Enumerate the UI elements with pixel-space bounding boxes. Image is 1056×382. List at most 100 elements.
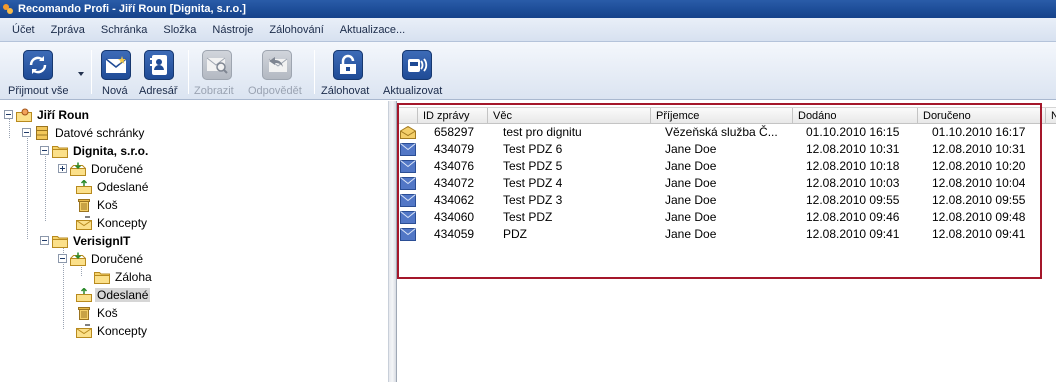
tree-label-drafts: Koncepty bbox=[97, 215, 148, 230]
outbox-icon bbox=[76, 288, 92, 302]
table-row[interactable]: 434079 Test PDZ 6 Jane Doe 12.08.2010 10:31… bbox=[398, 141, 1056, 158]
tree-node-data-boxes[interactable]: Datové schránky bbox=[22, 124, 146, 141]
cell-delivered: 12.08.2010 10:31 bbox=[806, 142, 900, 156]
window-title: Recomando Profi - Jiří Roun [Dignita, s.… bbox=[18, 3, 246, 15]
collapse-toggle[interactable] bbox=[40, 146, 49, 155]
column-header-id[interactable]: ID zprávy bbox=[418, 108, 488, 124]
tree-node-verisign-drafts[interactable]: Koncepty bbox=[76, 322, 149, 339]
cell-received: 12.08.2010 09:41 bbox=[932, 227, 1026, 241]
toolbar-separator bbox=[91, 50, 92, 94]
cell-recipient: Jane Doe bbox=[665, 159, 717, 173]
chevron-down-icon[interactable] bbox=[77, 70, 85, 78]
table-row[interactable]: 658297 test pro dignitu Vězeňská služba Č.… bbox=[398, 124, 1056, 141]
app-logo-icon bbox=[3, 4, 13, 14]
collapse-toggle[interactable] bbox=[4, 110, 13, 119]
collapse-toggle[interactable] bbox=[58, 254, 67, 263]
toolbar-separator bbox=[314, 50, 315, 94]
reply-button[interactable]: Odpovědět bbox=[248, 45, 306, 97]
tree-label-trash: Koš bbox=[97, 305, 118, 320]
menu-aktualizace[interactable]: Aktualizace... bbox=[332, 24, 413, 36]
cell-received: 12.08.2010 10:31 bbox=[932, 142, 1026, 156]
inbox-icon bbox=[70, 252, 86, 266]
tree-label-backup: Záloha bbox=[115, 269, 152, 284]
cell-subject: test pro dignitu bbox=[503, 125, 582, 139]
tree-root[interactable]: Jiří Roun bbox=[4, 106, 91, 123]
menu-ucet[interactable]: Účet bbox=[4, 24, 43, 36]
envelope-icon bbox=[400, 228, 416, 241]
tree-label-drafts: Koncepty bbox=[97, 323, 148, 338]
show-label: Zobrazit bbox=[194, 85, 234, 97]
tree-label-account-verisign: VerisignIT bbox=[73, 233, 131, 248]
tree-node-dignita-drafts[interactable]: Koncepty bbox=[76, 214, 149, 231]
envelope-icon bbox=[400, 143, 416, 156]
table-row[interactable]: 434062 Test PDZ 3 Jane Doe 12.08.2010 09:55… bbox=[398, 192, 1056, 209]
envelope-icon bbox=[400, 211, 416, 224]
open-envelope-icon bbox=[400, 126, 416, 139]
column-header-subject[interactable]: Věc bbox=[488, 108, 651, 124]
address-book-label: Adresář bbox=[139, 85, 178, 97]
message-list: ID zprávy Věc Příjemce Dodáno Doručeno N… bbox=[398, 101, 1056, 382]
column-header-delivered[interactable]: Dodáno bbox=[793, 108, 918, 124]
column-header-extra[interactable]: N bbox=[1046, 108, 1056, 124]
tree-node-verisign-trash[interactable]: Koš bbox=[76, 304, 120, 321]
menu-slozka[interactable]: Složka bbox=[155, 24, 204, 36]
cell-recipient: Jane Doe bbox=[665, 142, 717, 156]
collapse-toggle[interactable] bbox=[40, 236, 49, 245]
column-header-icon[interactable] bbox=[398, 108, 418, 124]
cell-received: 12.08.2010 09:55 bbox=[932, 193, 1026, 207]
address-book-button[interactable]: Adresář bbox=[139, 45, 179, 97]
cell-id: 434079 bbox=[434, 142, 475, 156]
list-header: ID zprávy Věc Příjemce Dodáno Doručeno N bbox=[398, 107, 1056, 124]
cell-subject: PDZ bbox=[503, 227, 527, 241]
drafts-icon bbox=[76, 324, 92, 338]
cell-subject: Test PDZ 3 bbox=[503, 193, 563, 207]
folder-icon bbox=[52, 234, 68, 248]
tree-node-verisign-backup[interactable]: Záloha bbox=[94, 268, 154, 285]
cell-recipient: Jane Doe bbox=[665, 210, 717, 224]
refresh-icon bbox=[23, 50, 53, 80]
toolbar-separator bbox=[188, 50, 189, 94]
cell-delivered: 12.08.2010 10:18 bbox=[806, 159, 900, 173]
tree-node-account-dignita[interactable]: Dignita, s.r.o. bbox=[40, 142, 150, 159]
update-icon bbox=[402, 50, 432, 80]
view-mail-icon bbox=[202, 50, 232, 80]
tree-node-account-verisign[interactable]: VerisignIT bbox=[40, 232, 132, 249]
column-header-recipient[interactable]: Příjemce bbox=[651, 108, 793, 124]
backup-label: Zálohovat bbox=[321, 85, 370, 97]
tree-label-inbox: Doručené bbox=[91, 251, 144, 266]
menu-schranka[interactable]: Schránka bbox=[93, 24, 155, 36]
tree-node-dignita-inbox[interactable]: Doručené bbox=[58, 160, 145, 177]
collapse-toggle[interactable] bbox=[22, 128, 31, 137]
new-message-button[interactable]: Nová bbox=[99, 45, 133, 97]
tree-connector bbox=[27, 132, 28, 239]
tree-label-sent: Odeslané bbox=[95, 287, 151, 302]
tree-node-dignita-sent[interactable]: Odeslané bbox=[76, 178, 150, 195]
column-header-received[interactable]: Doručeno bbox=[918, 108, 1046, 124]
table-row[interactable]: 434076 Test PDZ 5 Jane Doe 12.08.2010 10:18… bbox=[398, 158, 1056, 175]
cell-id: 658297 bbox=[434, 125, 475, 139]
tree-node-verisign-inbox[interactable]: Doručené bbox=[58, 250, 145, 267]
update-button[interactable]: Aktualizovat bbox=[383, 45, 451, 97]
menu-nastroje[interactable]: Nástroje bbox=[204, 24, 261, 36]
outbox-icon bbox=[76, 180, 92, 194]
menu-zalohovani[interactable]: Zálohování bbox=[261, 24, 331, 36]
inbox-icon bbox=[70, 162, 86, 176]
cell-received: 01.10.2010 16:17 bbox=[932, 125, 1026, 139]
envelope-icon bbox=[400, 194, 416, 207]
cell-delivered: 01.10.2010 16:15 bbox=[806, 125, 900, 139]
table-row[interactable]: 434059 PDZ Jane Doe 12.08.2010 09:41 12.08.2… bbox=[398, 226, 1056, 243]
table-row[interactable]: 434060 Test PDZ Jane Doe 12.08.2010 09:46 12… bbox=[398, 209, 1056, 226]
receive-all-button[interactable]: Přijmout vše bbox=[8, 45, 69, 97]
cell-recipient: Jane Doe bbox=[665, 227, 717, 241]
menu-zprava[interactable]: Zpráva bbox=[43, 24, 93, 36]
tree-node-verisign-sent[interactable]: Odeslané bbox=[76, 286, 151, 303]
backup-button[interactable]: Zálohovat bbox=[321, 45, 375, 97]
table-row[interactable]: 434072 Test PDZ 4 Jane Doe 12.08.2010 10:03… bbox=[398, 175, 1056, 192]
expand-toggle[interactable] bbox=[58, 164, 67, 173]
show-button[interactable]: Zobrazit bbox=[194, 45, 240, 97]
tree-label-sent: Odeslané bbox=[97, 179, 149, 194]
tree-node-dignita-trash[interactable]: Koš bbox=[76, 196, 120, 213]
pane-splitter[interactable] bbox=[389, 101, 397, 382]
cell-delivered: 12.08.2010 09:41 bbox=[806, 227, 900, 241]
cell-received: 12.08.2010 10:20 bbox=[932, 159, 1026, 173]
